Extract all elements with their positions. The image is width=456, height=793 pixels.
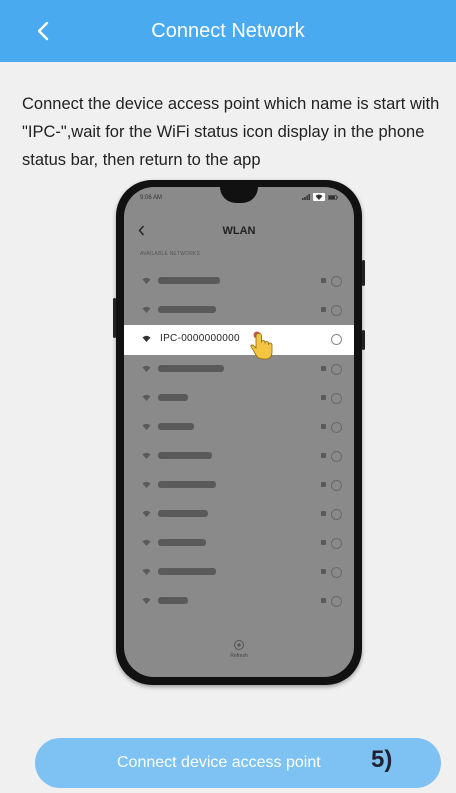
wifi-status-icon <box>313 193 325 201</box>
wifi-icon <box>142 423 151 430</box>
lock-icon <box>321 278 326 283</box>
info-icon[interactable] <box>331 305 342 316</box>
info-icon[interactable] <box>331 334 342 345</box>
wifi-icon <box>142 277 151 284</box>
phone-illustration: 9:06 AM WLAN AVAILABLE NETWORKS IPC-0000… <box>113 180 365 685</box>
redacted-network-name <box>158 277 220 284</box>
lock-icon <box>321 453 326 458</box>
wifi-network-list: IPC-0000000000 <box>124 267 354 616</box>
lock-icon <box>321 307 326 312</box>
phone-side-button <box>362 330 365 350</box>
ipc-network-name: IPC-0000000000 <box>160 333 240 344</box>
app-header: Connect Network <box>0 0 456 62</box>
info-icon[interactable] <box>331 276 342 287</box>
wifi-icon <box>142 539 151 546</box>
lock-icon <box>321 424 326 429</box>
lock-icon <box>321 482 326 487</box>
battery-icon <box>328 194 338 200</box>
phone-volume-button <box>113 298 116 338</box>
wifi-network-row-highlighted[interactable]: IPC-0000000000 <box>124 325 354 360</box>
phone-power-button <box>362 260 365 286</box>
wifi-network-row[interactable] <box>124 296 354 325</box>
redacted-network-name <box>158 481 216 488</box>
lock-icon <box>321 569 326 574</box>
lock-icon <box>321 540 326 545</box>
wifi-icon <box>142 481 151 488</box>
step-annotation: 5) <box>371 746 393 773</box>
wifi-network-row[interactable] <box>124 384 354 413</box>
refresh-icon[interactable] <box>232 639 246 651</box>
wifi-icon <box>142 568 151 575</box>
info-icon[interactable] <box>331 567 342 578</box>
redacted-network-name <box>158 568 216 575</box>
wifi-network-row[interactable] <box>124 529 354 558</box>
redacted-network-name <box>158 452 212 459</box>
hand-pointer-icon <box>250 331 273 360</box>
redacted-network-name <box>158 423 194 430</box>
wifi-network-row[interactable] <box>124 587 354 616</box>
redacted-network-name <box>158 539 206 546</box>
wifi-network-row[interactable] <box>124 558 354 587</box>
info-icon[interactable] <box>331 596 342 607</box>
redacted-network-name <box>158 365 224 372</box>
status-time: 9:06 AM <box>140 195 163 201</box>
signal-icon <box>302 194 310 200</box>
wifi-network-row[interactable] <box>124 413 354 442</box>
lock-icon <box>321 598 326 603</box>
wifi-icon <box>142 394 151 401</box>
phone-screen: 9:06 AM WLAN AVAILABLE NETWORKS IPC-0000… <box>124 187 354 677</box>
lock-icon <box>321 395 326 400</box>
instruction-text: Connect the device access point which na… <box>22 95 440 169</box>
redacted-network-name <box>158 394 188 401</box>
redacted-network-name <box>158 510 208 517</box>
info-icon[interactable] <box>331 422 342 433</box>
wifi-network-row[interactable] <box>124 500 354 529</box>
wifi-icon <box>142 452 151 459</box>
info-icon[interactable] <box>331 538 342 549</box>
wifi-icon <box>142 510 151 517</box>
info-icon[interactable] <box>331 509 342 520</box>
phone-status-bar: 9:06 AM <box>140 193 338 207</box>
lock-icon <box>321 366 326 371</box>
connect-access-point-button[interactable]: Connect device access point 5) <box>35 738 441 788</box>
info-icon[interactable] <box>331 480 342 491</box>
page-title: Connect Network <box>151 20 305 42</box>
redacted-network-name <box>158 306 216 313</box>
redacted-network-name <box>158 597 188 604</box>
refresh-label: Refresh <box>230 653 248 659</box>
wifi-network-row[interactable] <box>124 471 354 500</box>
wlan-nav-bar: WLAN <box>124 213 354 253</box>
wifi-icon <box>142 365 151 372</box>
wifi-icon <box>142 335 151 342</box>
available-networks-label: AVAILABLE NETWORKS <box>140 251 201 257</box>
wifi-icon <box>142 306 151 313</box>
connect-button-label: Connect device access point <box>117 754 321 771</box>
info-icon[interactable] <box>331 364 342 375</box>
wifi-network-row[interactable] <box>124 355 354 384</box>
lock-icon <box>321 511 326 516</box>
info-icon[interactable] <box>331 451 342 462</box>
wifi-network-row[interactable] <box>124 442 354 471</box>
phone-bottom-nav: Refresh <box>124 639 354 665</box>
wifi-icon <box>142 597 151 604</box>
info-icon[interactable] <box>331 393 342 404</box>
wlan-title: WLAN <box>222 225 256 237</box>
wifi-network-row[interactable] <box>124 267 354 296</box>
status-icons <box>302 193 338 201</box>
